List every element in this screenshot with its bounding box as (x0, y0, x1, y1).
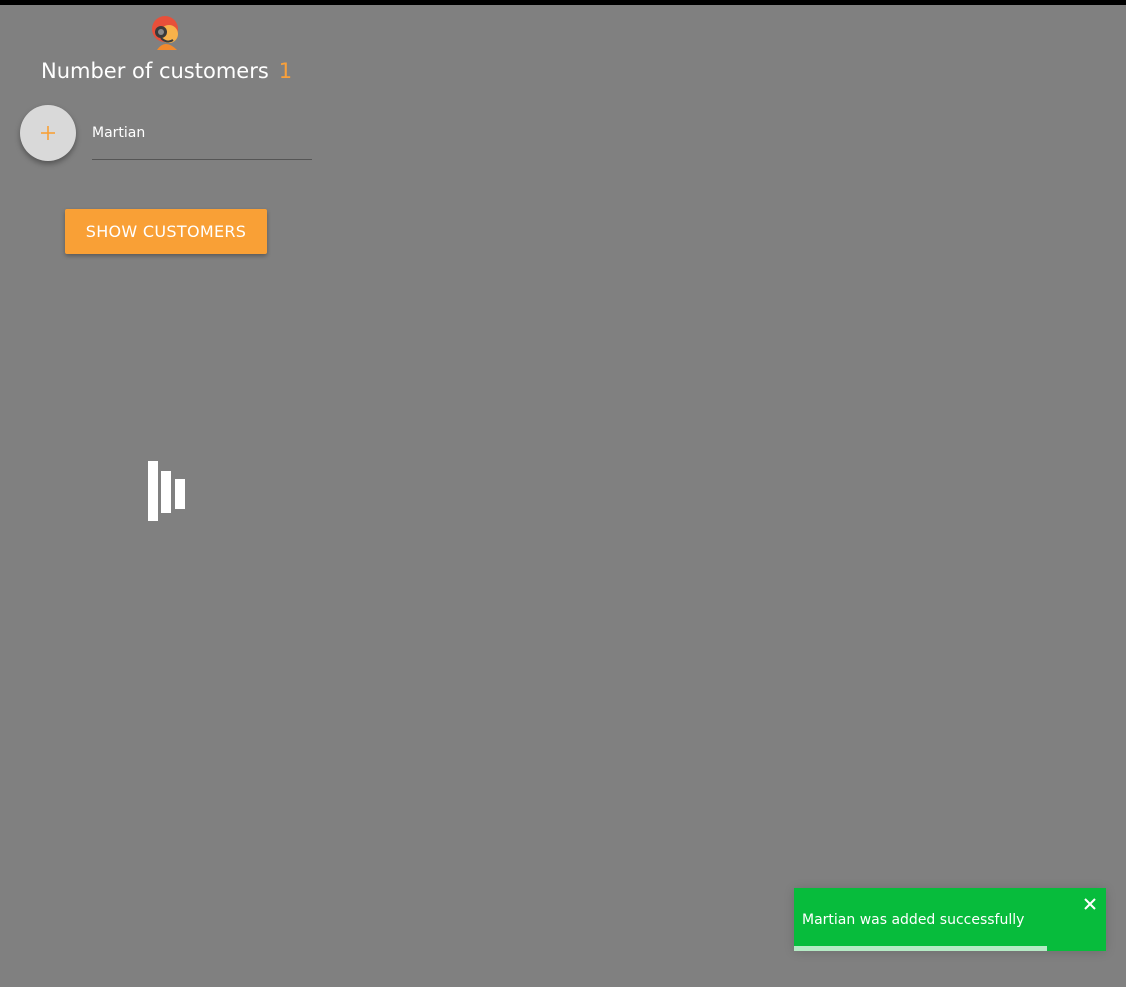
add-customer-button[interactable] (20, 105, 76, 161)
close-icon[interactable] (1082, 896, 1098, 912)
loading-bars-icon (148, 461, 186, 521)
toast-message: Martian was added successfully (802, 912, 1025, 928)
top-strip (0, 0, 1126, 5)
page-title: Number of customers 1 (41, 57, 292, 85)
customer-name-input[interactable] (92, 118, 312, 160)
title-label: Number of customers (41, 59, 269, 83)
plus-icon (41, 126, 55, 140)
customer-count: 1 (278, 59, 293, 83)
show-customers-button[interactable]: Show customers (65, 209, 267, 254)
toast-progress-bar (794, 946, 1047, 951)
support-agent-icon (147, 14, 183, 50)
toast-progress-track (794, 946, 1106, 951)
success-toast: Martian was added successfully (794, 888, 1106, 951)
